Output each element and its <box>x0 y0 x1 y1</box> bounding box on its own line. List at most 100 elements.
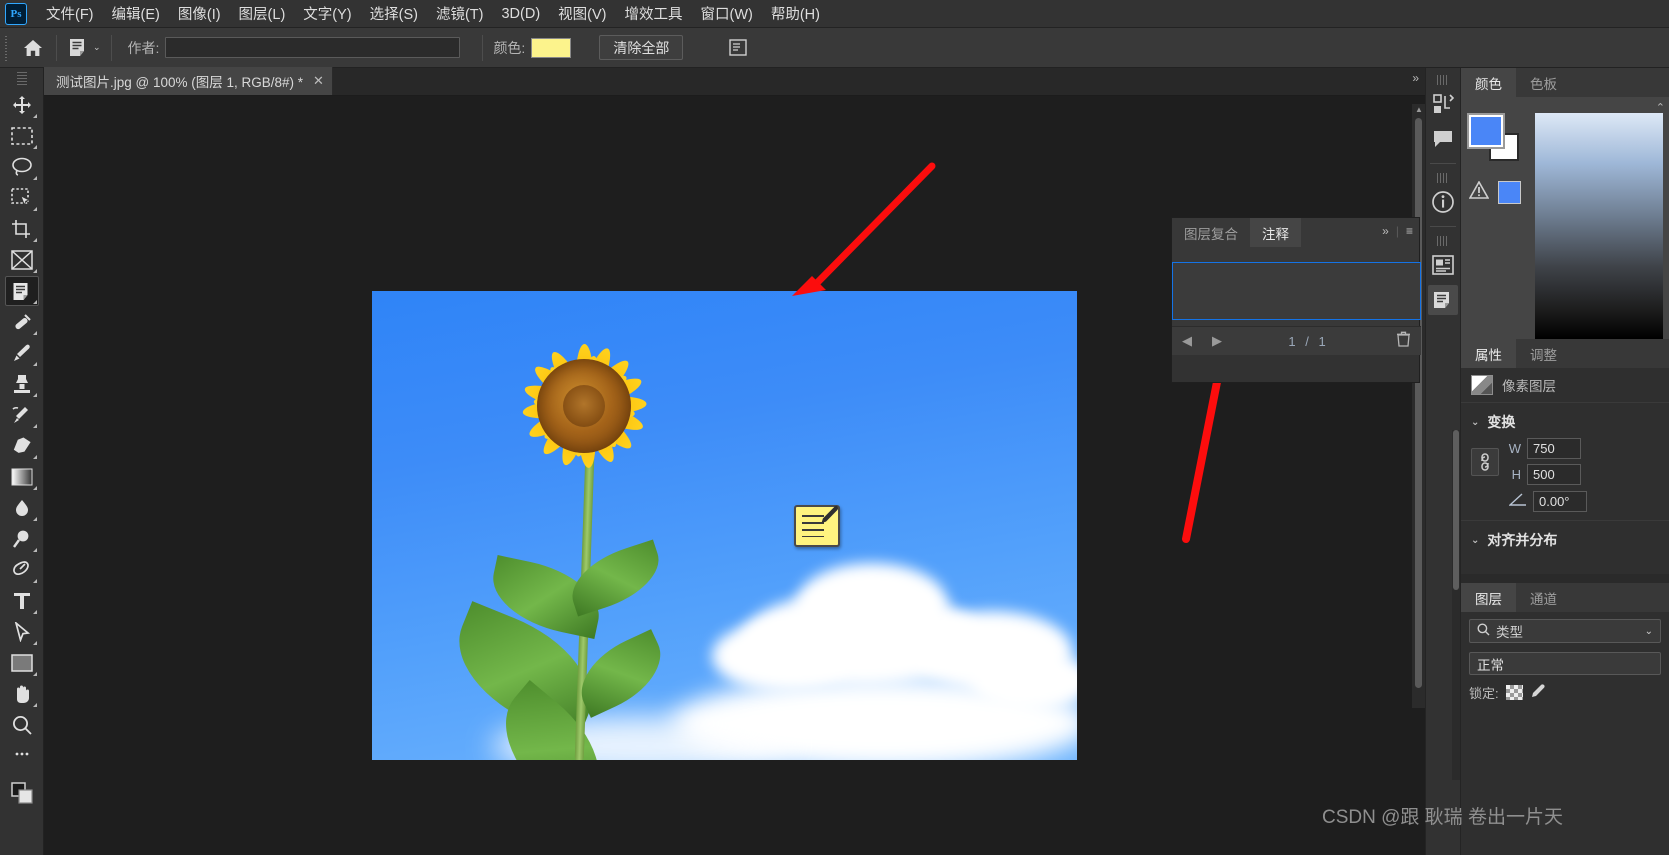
document-image[interactable] <box>372 291 1077 760</box>
tab-channels[interactable]: 通道 <box>1516 583 1571 612</box>
menu-window[interactable]: 窗口(W) <box>692 0 762 27</box>
panel-menu-icon[interactable]: ≡ <box>1406 224 1413 238</box>
tab-color[interactable]: 颜色 <box>1461 68 1516 97</box>
scroll-up-icon[interactable]: ▲ <box>1415 105 1423 114</box>
notes-icon[interactable] <box>1428 124 1458 154</box>
chevron-double-right-icon[interactable]: » <box>1382 224 1389 238</box>
tab-layers[interactable]: 图层 <box>1461 583 1516 612</box>
foreground-color-swatch[interactable] <box>1467 113 1505 149</box>
foreground-background-swatches[interactable] <box>1467 113 1525 163</box>
menu-select[interactable]: 选择(S) <box>361 0 427 27</box>
canvas-area[interactable]: ▲ <box>44 96 1425 855</box>
transform-section-header[interactable]: ⌄ 变换 <box>1461 403 1669 438</box>
document-tab[interactable]: 测试图片.jpg @ 100% (图层 1, RGB/8#) * ✕ <box>44 67 333 95</box>
tool-preset-chevron-down-icon[interactable]: ⌄ <box>93 42 101 53</box>
dock-vertical-scrollbar[interactable] <box>1452 430 1460 780</box>
toolbar-grip[interactable] <box>16 72 27 86</box>
object-selection-tool[interactable] <box>5 183 39 213</box>
note-page-separator: / <box>1305 333 1312 349</box>
previous-note-button[interactable]: ◀ <box>1172 333 1202 349</box>
blend-mode-select[interactable]: 正常 <box>1469 652 1661 675</box>
marquee-tool[interactable] <box>5 121 39 151</box>
menu-view[interactable]: 视图(V) <box>549 0 615 27</box>
fg-bg-color-tool[interactable] <box>5 778 39 808</box>
canvas-vertical-scrollbar[interactable]: ▲ <box>1412 104 1425 708</box>
menu-edit[interactable]: 编辑(E) <box>103 0 169 27</box>
note-tool-icon[interactable] <box>63 35 93 61</box>
pixel-layer-thumb-icon <box>1471 375 1493 395</box>
frame-tool[interactable] <box>5 245 39 275</box>
menu-filter[interactable]: 滤镜(T) <box>427 0 493 27</box>
width-field[interactable]: 750 <box>1527 438 1581 459</box>
options-bar-grip[interactable] <box>3 33 11 62</box>
shape-tool[interactable] <box>5 648 39 678</box>
scrollbar-thumb[interactable] <box>1415 118 1422 688</box>
out-of-gamut-warning-icon[interactable] <box>1468 180 1490 204</box>
angle-field[interactable]: 0.00° <box>1533 491 1587 512</box>
edit-toolbar-button[interactable] <box>5 741 39 771</box>
dodge-tool[interactable] <box>5 524 39 554</box>
eyedropper-tool[interactable] <box>5 307 39 337</box>
notes-panel[interactable]: 图层复合 注释 » | ≡ ◀ ▶ 1 / 1 <box>1171 217 1421 383</box>
next-note-button[interactable]: ▶ <box>1202 333 1232 349</box>
tool-corner-marker <box>32 269 37 273</box>
layer-filter-select[interactable]: 类型 ⌄ <box>1469 619 1661 643</box>
eraser-tool[interactable] <box>5 431 39 461</box>
menu-type[interactable]: 文字(Y) <box>294 0 360 27</box>
notes-panel-icon[interactable] <box>1428 285 1458 315</box>
menu-plugins[interactable]: 增效工具 <box>616 0 692 27</box>
tab-notes[interactable]: 注释 <box>1250 218 1301 247</box>
menu-layer[interactable]: 图层(L) <box>230 0 295 27</box>
brush-tool[interactable] <box>5 338 39 368</box>
history-brush-tool[interactable] <box>5 400 39 430</box>
height-field[interactable]: 500 <box>1527 464 1581 485</box>
chevron-down-icon[interactable]: ⌄ <box>1471 417 1479 428</box>
close-icon[interactable]: ✕ <box>313 73 324 89</box>
tab-properties[interactable]: 属性 <box>1461 339 1516 368</box>
crop-tool[interactable] <box>5 214 39 244</box>
hand-tool[interactable] <box>5 679 39 709</box>
gradient-tool[interactable] <box>5 462 39 492</box>
lock-transparent-pixels-icon[interactable] <box>1505 685 1523 700</box>
tab-adjustments[interactable]: 调整 <box>1516 339 1571 368</box>
link-wh-icon[interactable] <box>1471 447 1499 476</box>
scrollbar-thumb[interactable] <box>1453 430 1459 590</box>
type-tool[interactable] <box>5 586 39 616</box>
menu-help[interactable]: 帮助(H) <box>762 0 829 27</box>
clone-stamp-tool[interactable] <box>5 369 39 399</box>
pen-tool[interactable] <box>5 555 39 585</box>
rail-grip[interactable] <box>1437 173 1449 183</box>
delete-note-icon[interactable] <box>1385 331 1421 352</box>
chevron-down-icon[interactable]: ⌄ <box>1471 535 1479 546</box>
gamut-replacement-swatch[interactable] <box>1498 181 1521 204</box>
properties-icon[interactable] <box>1428 250 1458 280</box>
notes-panel-toggle-icon[interactable] <box>723 35 753 61</box>
layer-comps-icon[interactable] <box>1428 89 1458 119</box>
color-ramp[interactable] <box>1535 113 1663 339</box>
path-selection-tool[interactable] <box>5 617 39 647</box>
zoom-tool[interactable] <box>5 710 39 740</box>
canvas-note-marker[interactable] <box>794 505 840 547</box>
panel-collapse-arrow-icon[interactable]: » <box>1412 71 1419 85</box>
note-text-input[interactable] <box>1172 262 1421 320</box>
note-color-swatch[interactable] <box>531 37 572 58</box>
move-tool[interactable] <box>5 90 39 120</box>
tab-swatches[interactable]: 色板 <box>1516 68 1571 97</box>
clear-all-button[interactable]: 清除全部 <box>599 35 684 60</box>
blur-tool[interactable] <box>5 493 39 523</box>
lock-image-pixels-icon[interactable] <box>1530 683 1546 702</box>
align-section-header[interactable]: ⌄ 对齐并分布 <box>1461 521 1669 574</box>
author-input[interactable] <box>165 37 461 58</box>
home-icon[interactable] <box>16 39 50 57</box>
rail-grip[interactable] <box>1437 75 1449 85</box>
menu-image[interactable]: 图像(I) <box>169 0 230 27</box>
lasso-tool[interactable] <box>5 152 39 182</box>
tab-layer-comps[interactable]: 图层复合 <box>1172 218 1250 247</box>
rail-grip[interactable] <box>1437 236 1449 246</box>
chevron-up-icon[interactable]: ⌃ <box>1656 101 1665 114</box>
chevron-down-icon[interactable]: ⌄ <box>1645 626 1653 637</box>
menu-3d[interactable]: 3D(D) <box>492 3 549 25</box>
info-icon[interactable] <box>1428 187 1458 217</box>
menu-file[interactable]: 文件(F) <box>37 0 103 27</box>
note-tool[interactable] <box>4 276 39 306</box>
